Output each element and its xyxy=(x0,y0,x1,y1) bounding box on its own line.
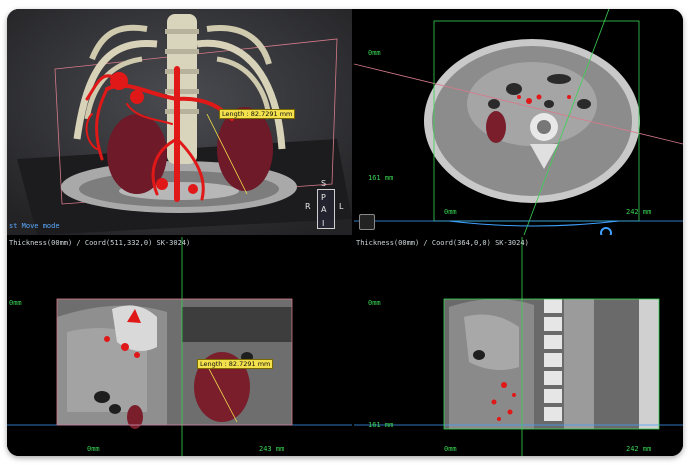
sagittal-bottom-end: 242 mm xyxy=(626,445,652,453)
volume-render-image xyxy=(7,9,352,235)
coronal-slice-image xyxy=(7,237,352,456)
screen-icon[interactable] xyxy=(359,214,375,230)
sagittal-header: Thickness(00mm) / Coord(364,0,0) SK-3024… xyxy=(356,239,529,247)
coronal-header: Thickness(00mm) / Coord(511,332,0) SK-30… xyxy=(9,239,191,247)
sagittal-slice-image xyxy=(354,237,683,456)
sagittal-viewport[interactable]: Thickness(00mm) / Coord(364,0,0) SK-3024… xyxy=(354,237,683,456)
coronal-left-mark: 0mm xyxy=(9,299,22,307)
orient-anterior: A xyxy=(321,205,327,214)
coronal-length-measurement[interactable]: Length : 82.7291 mm xyxy=(197,359,274,369)
viewer-window: Length : 82.7291 mm st Move mode S P A I… xyxy=(7,9,683,456)
sagittal-bottom-start: 0mm xyxy=(444,445,457,453)
axial-bottom-end: 242 mm xyxy=(626,208,652,216)
orient-superior: S xyxy=(321,179,327,188)
orient-right: R xyxy=(305,202,311,211)
sagittal-left-scale: 161 mm xyxy=(368,421,394,429)
orient-posterior: P xyxy=(321,193,326,202)
axial-slice-image xyxy=(354,9,683,235)
axial-left-scale: 161 mm xyxy=(368,174,394,182)
volume-render-viewport[interactable]: Length : 82.7291 mm st Move mode S P A I… xyxy=(7,9,352,235)
axial-top-scale: 0mm xyxy=(368,49,381,57)
mode-label: st Move mode xyxy=(9,222,60,230)
coronal-viewport[interactable]: Thickness(00mm) / Coord(511,332,0) SK-30… xyxy=(7,237,352,456)
coronal-bottom-end: 243 mm xyxy=(259,445,285,453)
slice-slider-handle[interactable] xyxy=(600,227,612,235)
length-measurement-label[interactable]: Length : 82.7291 mm xyxy=(219,109,296,119)
orient-inferior: I xyxy=(322,219,325,228)
coronal-bottom-start: 0mm xyxy=(87,445,100,453)
sagittal-top-mark: 0mm xyxy=(368,299,381,307)
axial-bottom-start: 0mm xyxy=(444,208,457,216)
axial-viewport[interactable]: 0mm 161 mm 0mm 242 mm xyxy=(354,9,683,235)
orient-left: L xyxy=(339,202,344,211)
